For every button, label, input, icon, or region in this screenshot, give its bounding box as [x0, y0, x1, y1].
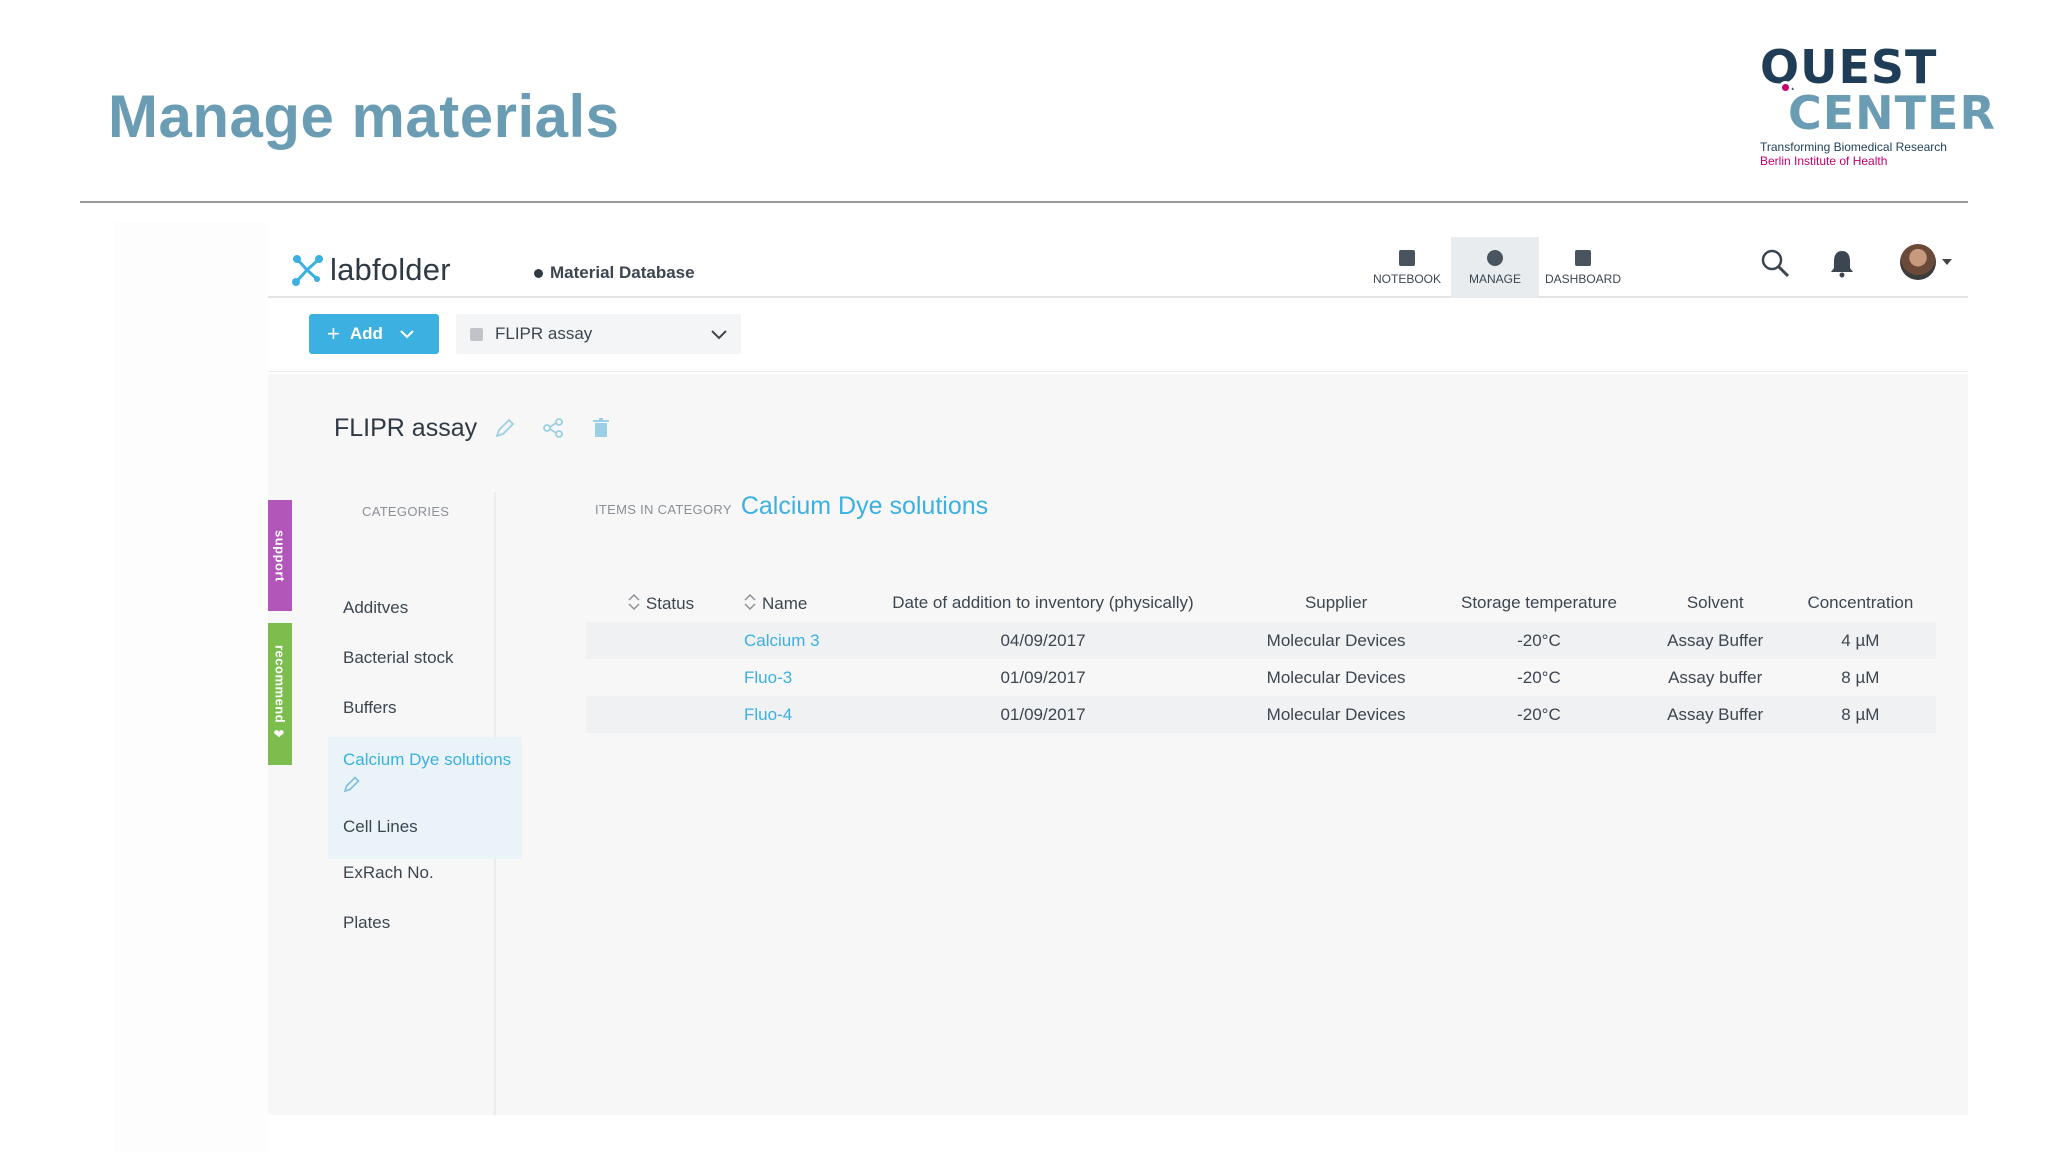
categories-heading: CATEGORIES	[362, 504, 450, 519]
support-tab-label: support	[272, 529, 288, 582]
brand-name: labfolder	[330, 252, 451, 287]
tab-manage[interactable]: MANAGE	[1451, 237, 1539, 298]
items-label: ITEMS IN CATEGORY	[595, 502, 732, 517]
assay-select-value: FLIPR assay	[495, 324, 593, 343]
edit-icon[interactable]	[343, 775, 361, 793]
cell-name-link[interactable]: Fluo-4	[736, 696, 846, 733]
cell-solvent: Assay Buffer	[1645, 622, 1785, 659]
main-nav: NOTEBOOK MANAGE DASHBOARD	[1363, 237, 1627, 298]
labfolder-app: labfolder Material Database NOTEBOOK MAN…	[268, 222, 1968, 1115]
support-tab[interactable]: support	[268, 500, 292, 611]
cell-date: 04/09/2017	[846, 622, 1240, 659]
column-label: Status	[645, 593, 695, 613]
category-item[interactable]: Additves	[328, 598, 522, 618]
page-title: FLIPR assay	[334, 414, 478, 442]
cell-supplier: Molecular Devices	[1240, 622, 1433, 659]
content-area: FLIPR assay support recommend ❤ CATEGORI…	[268, 374, 1968, 1115]
cell-status	[586, 622, 736, 659]
quest-center-logo: QUEST CENTER Transforming Biomedical Res…	[1760, 44, 1996, 170]
column-header-solvent[interactable]: Solvent	[1646, 584, 1785, 622]
table-header-row: Status Name Date of addition to inventor…	[586, 584, 1936, 622]
cell-solvent: Assay Buffer	[1645, 696, 1785, 733]
plus-icon: +	[327, 321, 340, 346]
column-header-status[interactable]: Status	[586, 584, 736, 622]
tab-dashboard-label: DASHBOARD	[1544, 271, 1621, 286]
share-icon[interactable]	[542, 417, 564, 439]
cell-supplier: Molecular Devices	[1266, 667, 1406, 687]
sort-icon	[744, 593, 756, 610]
recommend-tab-label: recommend ❤	[272, 645, 288, 743]
cell-concentration: 8 µM	[1841, 667, 1880, 687]
add-button-label: Add	[349, 324, 383, 343]
folder-icon	[470, 327, 483, 341]
category-item-label: Calcium Dye solutions	[343, 750, 512, 769]
trash-icon[interactable]	[590, 417, 612, 439]
categories-panel: CATEGORIES Additves Bacterial stock Buff…	[328, 492, 522, 1115]
manage-icon	[1487, 249, 1503, 266]
cell-name-link[interactable]: Calcium 3	[736, 622, 846, 659]
tab-notebook[interactable]: NOTEBOOK	[1363, 237, 1451, 298]
search-icon[interactable]	[1760, 248, 1790, 278]
category-item[interactable]: ExRach No.	[328, 863, 522, 883]
category-item[interactable]: Cell Lines	[328, 799, 522, 859]
tab-manage-label: MANAGE	[1468, 271, 1521, 286]
labfolder-logo[interactable]: labfolder	[290, 252, 451, 288]
items-category-title: Calcium Dye solutions	[740, 492, 989, 520]
chevron-down-icon	[711, 330, 727, 340]
breadcrumb-label: Material Database	[550, 263, 695, 282]
sort-icon	[628, 593, 640, 610]
table-row[interactable]: Calcium 3 04/09/2017 Molecular Devices -…	[586, 622, 1936, 659]
cell-status	[586, 659, 736, 696]
column-header-name[interactable]: Name	[736, 584, 846, 622]
recommend-tab[interactable]: recommend ❤	[268, 623, 292, 765]
cell-temp: -20°C	[1432, 696, 1646, 733]
cell-temp: -20°C	[1517, 667, 1561, 687]
cell-concentration: 4 µM	[1784, 622, 1936, 659]
slide-title: Manage materials	[108, 83, 620, 150]
logo-line2: CENTER	[1788, 86, 1996, 140]
cell-date: 01/09/2017	[846, 696, 1240, 733]
table-row[interactable]: Fluo-4 01/09/2017 Molecular Devices -20°…	[586, 696, 1936, 733]
column-header-supplier[interactable]: Supplier	[1240, 584, 1432, 622]
cell-temp: -20°C	[1432, 622, 1646, 659]
edit-icon[interactable]	[494, 417, 516, 439]
tab-notebook-label: NOTEBOOK	[1372, 271, 1441, 286]
category-item[interactable]: Buffers	[328, 698, 522, 718]
column-label: Name	[762, 593, 808, 613]
chevron-down-icon	[400, 330, 414, 339]
assay-select[interactable]: FLIPR assay	[456, 314, 741, 354]
category-item[interactable]: Plates	[328, 913, 522, 933]
column-header-storage[interactable]: Storage temperature	[1432, 584, 1645, 622]
add-button[interactable]: + Add	[309, 314, 439, 354]
slide-margin	[115, 222, 268, 1152]
avatar[interactable]	[1900, 244, 1936, 280]
cell-concentration: 8 µM	[1784, 696, 1936, 733]
tab-dashboard[interactable]: DASHBOARD	[1539, 237, 1627, 298]
top-navbar: labfolder Material Database NOTEBOOK MAN…	[268, 222, 1968, 298]
labfolder-molecule-icon	[292, 255, 323, 286]
cell-solvent: Assay buffer	[1668, 667, 1763, 687]
slide-divider	[80, 201, 1968, 203]
cell-supplier: Molecular Devices	[1240, 696, 1433, 733]
column-header-concentration[interactable]: Concentration	[1785, 584, 1936, 622]
cell-status	[586, 696, 736, 733]
cell-name-link[interactable]: Fluo-3	[736, 659, 846, 696]
materials-table: Status Name Date of addition to inventor…	[586, 584, 1936, 733]
category-item[interactable]: Bacterial stock	[328, 648, 522, 668]
chevron-down-icon[interactable]	[1942, 259, 1952, 265]
breadcrumb[interactable]: Material Database	[534, 263, 695, 283]
toolbar: + Add FLIPR assay	[268, 300, 1968, 372]
items-header: ITEMS IN CATEGORY Calcium Dye solutions	[595, 492, 988, 521]
logo-dot-icon	[1779, 81, 1792, 94]
assay-actions	[494, 417, 612, 439]
database-icon	[534, 268, 543, 278]
dashboard-icon	[1575, 249, 1591, 266]
cell-date: 01/09/2017	[1000, 667, 1086, 687]
logo-tagline: Transforming Biomedical Research	[1760, 140, 1947, 154]
bell-icon[interactable]	[1827, 248, 1857, 278]
logo-institute: Berlin Institute of Health	[1760, 154, 1888, 168]
column-header-date[interactable]: Date of addition to inventory (physicall…	[846, 584, 1240, 622]
table-row[interactable]: Fluo-3 01/09/2017 Molecular Devices -20°…	[586, 659, 1936, 696]
notebook-icon	[1399, 249, 1415, 266]
